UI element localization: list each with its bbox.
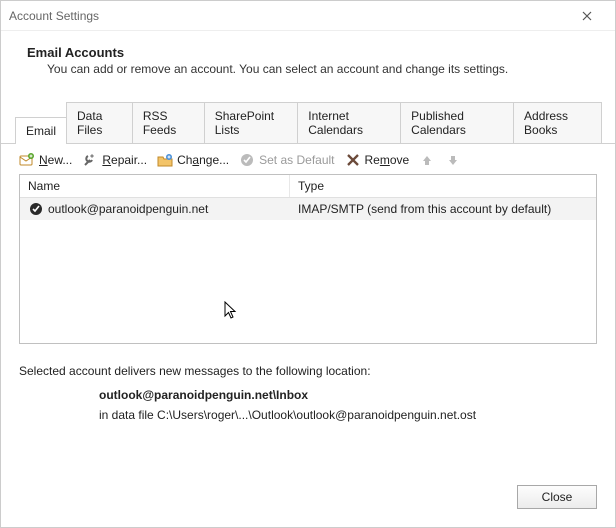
window-title: Account Settings bbox=[9, 9, 567, 23]
change-folder-icon bbox=[157, 152, 173, 168]
header: Email Accounts You can add or remove an … bbox=[1, 31, 615, 86]
close-window-button[interactable] bbox=[567, 2, 607, 30]
toolbar: New... Repair... Change... Set as Defaul… bbox=[1, 144, 615, 174]
tab-data-files[interactable]: Data Files bbox=[66, 102, 133, 143]
account-list[interactable]: Name Type outlook@paranoidpenguin.net IM… bbox=[19, 174, 597, 344]
account-type-cell: IMAP/SMTP (send from this account by def… bbox=[290, 199, 596, 219]
delivery-info-location: outlook@paranoidpenguin.net\Inbox bbox=[19, 378, 597, 402]
titlebar: Account Settings bbox=[1, 1, 615, 31]
delivery-info-datafile: in data file C:\Users\roger\...\Outlook\… bbox=[19, 402, 597, 422]
list-body: outlook@paranoidpenguin.net IMAP/SMTP (s… bbox=[20, 198, 596, 343]
move-down-button bbox=[445, 152, 461, 168]
delivery-info: Selected account delivers new messages t… bbox=[1, 344, 615, 422]
list-header: Name Type bbox=[20, 175, 596, 198]
change-button[interactable]: Change... bbox=[157, 152, 229, 168]
tab-address-books[interactable]: Address Books bbox=[513, 102, 602, 143]
account-row[interactable]: outlook@paranoidpenguin.net IMAP/SMTP (s… bbox=[20, 198, 596, 220]
header-heading: Email Accounts bbox=[27, 45, 597, 60]
tab-published-calendars[interactable]: Published Calendars bbox=[400, 102, 514, 143]
move-up-button bbox=[419, 152, 435, 168]
tab-email[interactable]: Email bbox=[15, 117, 67, 144]
remove-x-icon bbox=[345, 152, 361, 168]
default-account-icon bbox=[28, 201, 44, 217]
arrow-up-icon bbox=[419, 152, 435, 168]
tab-rss-feeds[interactable]: RSS Feeds bbox=[132, 102, 205, 143]
set-default-button: Set as Default bbox=[239, 152, 334, 168]
new-button[interactable]: New... bbox=[19, 152, 72, 168]
close-button[interactable]: Close bbox=[517, 485, 597, 509]
delivery-info-line1: Selected account delivers new messages t… bbox=[19, 364, 597, 378]
account-name-cell: outlook@paranoidpenguin.net bbox=[20, 198, 290, 220]
tab-sharepoint-lists[interactable]: SharePoint Lists bbox=[204, 102, 299, 143]
tabstrip: Email Data Files RSS Feeds SharePoint Li… bbox=[1, 86, 615, 144]
header-subtext: You can add or remove an account. You ca… bbox=[27, 62, 597, 76]
arrow-down-icon bbox=[445, 152, 461, 168]
repair-icon bbox=[82, 152, 98, 168]
footer: Close bbox=[1, 473, 615, 527]
account-settings-dialog: Account Settings Email Accounts You can … bbox=[0, 0, 616, 528]
remove-button[interactable]: Remove bbox=[345, 152, 410, 168]
check-circle-icon bbox=[239, 152, 255, 168]
close-icon bbox=[579, 8, 595, 24]
tab-internet-calendars[interactable]: Internet Calendars bbox=[297, 102, 401, 143]
column-type[interactable]: Type bbox=[290, 175, 596, 197]
new-mail-icon bbox=[19, 152, 35, 168]
repair-button[interactable]: Repair... bbox=[82, 152, 147, 168]
column-name[interactable]: Name bbox=[20, 175, 290, 197]
